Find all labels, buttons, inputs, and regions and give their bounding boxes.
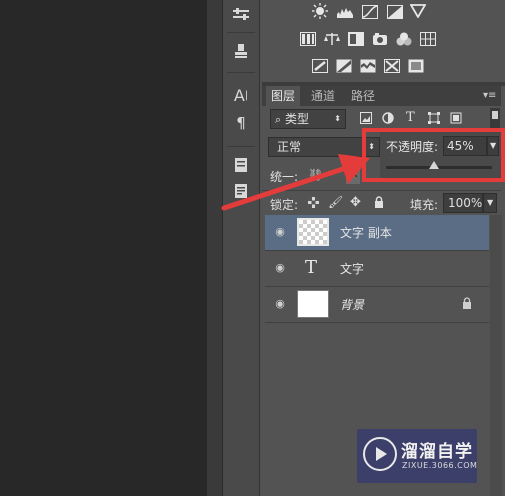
invert-icon[interactable] [312,59,328,73]
black-white-icon[interactable] [348,32,364,46]
character-icon[interactable]: A | [230,84,252,106]
adjustments-icon[interactable] [230,4,252,26]
paragraph-icon[interactable]: ¶ [230,112,252,134]
hue-saturation-icon[interactable] [300,32,316,46]
tab-layers[interactable]: 图层 [266,86,301,106]
layer-row-background[interactable]: ◉ 背景 [265,287,489,323]
posterize-icon[interactable] [336,59,352,73]
tab-paths[interactable]: 路径 [346,86,380,106]
collapsed-panel-dock: A | ¶ [223,0,260,496]
image-filter-icon[interactable] [360,112,372,127]
gradient-map-icon[interactable] [384,59,400,73]
search-icon: ⌕ [275,113,282,126]
layer-name: 背景 [340,298,365,312]
fill-value: 100% [448,196,483,210]
panel-menu-icon[interactable]: ▾≡ [483,90,497,102]
photo-filter-icon[interactable] [372,32,388,46]
clone-source-icon[interactable] [230,40,252,62]
layers-scrollbar[interactable] [490,215,502,496]
levels-icon[interactable] [337,5,353,19]
play-logo-icon [363,437,397,471]
color-lookup-icon[interactable] [420,32,436,46]
adjustment-filter-icon[interactable] [382,112,394,127]
filter-kind-select[interactable]: ⌕ 类型 ⬍ [270,109,346,129]
filter-kind-label: 类型 [285,112,310,126]
filter-toggle[interactable] [490,108,500,130]
fill-input[interactable]: 100% [443,193,483,213]
layer-thumbnail-white [297,290,329,318]
vibrance-icon[interactable] [410,4,426,18]
document-canvas [0,0,207,496]
channel-mixer-icon[interactable] [396,32,412,46]
adjustments-panel [262,0,501,82]
visibility-eye-icon[interactable]: ◉ [273,297,287,311]
smart-object-filter-icon[interactable] [450,112,462,127]
layer-thumbnail-transparent [297,218,329,246]
layer-name: 文字 [340,262,365,276]
filter-icons: T [360,110,480,127]
layer-row-text-copy[interactable]: ◉ 文字 副本 [265,215,489,251]
chevron-down-icon: ▼ [487,198,494,207]
layer-row-text[interactable]: ◉ T 文字 [265,251,489,287]
type-filter-icon[interactable]: T [406,110,415,125]
panel-tabs: 图层 通道 路径 ▾≡ [262,86,501,106]
text-layer-icon: T [305,257,318,278]
watermark-title: 溜溜自学 [401,442,473,462]
exposure-icon[interactable] [387,5,403,19]
layer-name: 文字 副本 [340,226,392,240]
fill-label: 填充: [410,198,439,212]
shape-filter-icon[interactable] [428,112,440,127]
selective-color-icon[interactable] [408,59,424,73]
dropdown-arrows-icon: ⬍ [334,114,341,123]
color-balance-icon[interactable] [324,32,340,46]
brightness-icon[interactable] [312,3,328,19]
fill-dropdown-button[interactable]: ▼ [483,193,497,213]
visibility-eye-icon[interactable]: ◉ [273,225,287,239]
watermark-url: ZIXUE.3066.COM [402,461,478,470]
watermark-logo: 溜溜自学 ZIXUE.3066.COM [357,429,477,483]
panel-divider [207,0,223,496]
lock-icon [462,297,472,312]
curves-icon[interactable] [362,5,378,19]
annotation-arrow [221,154,370,211]
threshold-icon[interactable] [360,59,376,73]
tab-channels[interactable]: 通道 [306,86,340,106]
visibility-eye-icon[interactable]: ◉ [273,261,287,275]
